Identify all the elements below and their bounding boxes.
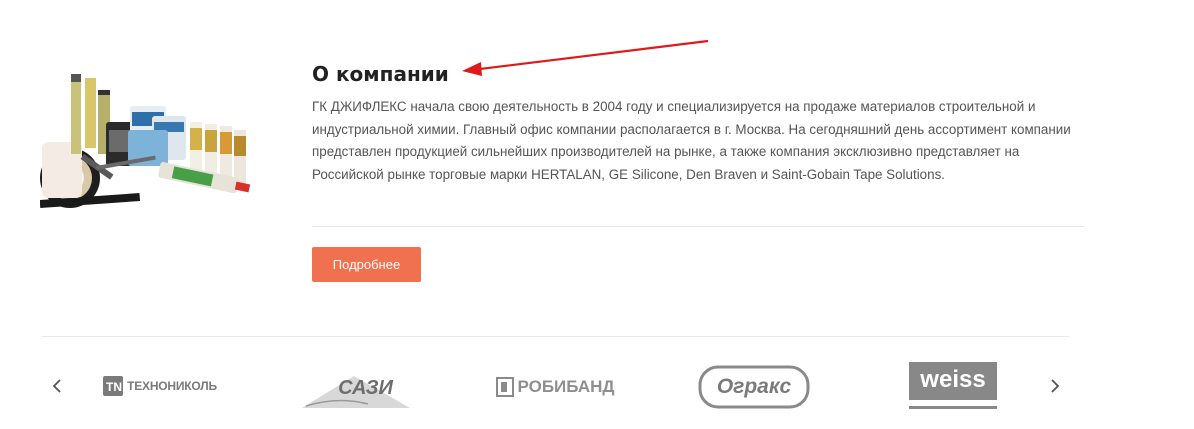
divider	[42, 336, 1069, 337]
brand-name: РОБИБАНД	[517, 377, 615, 396]
about-section: О компании ГК ДЖИФЛЕКС начала свою деяте…	[312, 60, 1087, 186]
brand-logo-tekhnonikol[interactable]: TN ТЕХНОНИКОЛЬ	[100, 374, 220, 398]
brand-logo-weiss[interactable]: weiss	[909, 362, 997, 410]
carousel-next-button[interactable]	[1040, 370, 1070, 402]
brand-logo-ograks[interactable]: Огракс	[698, 364, 810, 410]
svg-text:TN: TN	[106, 380, 122, 394]
chevron-right-icon	[1051, 379, 1060, 393]
product-image	[40, 74, 251, 208]
brand-name: САЗИ	[338, 376, 393, 399]
divider	[312, 226, 1084, 227]
more-button[interactable]: Подробнее	[312, 247, 421, 282]
brand-logo-robiband[interactable]: РОБИБАНД	[493, 375, 618, 399]
tekhnonikol-logo-icon: TN	[103, 376, 124, 396]
about-title: О компании	[312, 62, 449, 86]
robiband-logo-icon	[496, 377, 515, 397]
brand-name: Огракс	[716, 375, 792, 398]
chevron-left-icon	[52, 379, 61, 393]
brand-name: ТЕХНОНИКОЛЬ	[127, 379, 217, 393]
brand-logo-sazi[interactable]: САЗИ	[298, 366, 413, 410]
brand-name: weiss	[920, 366, 986, 393]
carousel-prev-button[interactable]	[42, 370, 72, 402]
about-text: ГК ДЖИФЛЕКС начала свою деятельность в 2…	[312, 99, 1071, 182]
weiss-underline	[909, 406, 997, 409]
